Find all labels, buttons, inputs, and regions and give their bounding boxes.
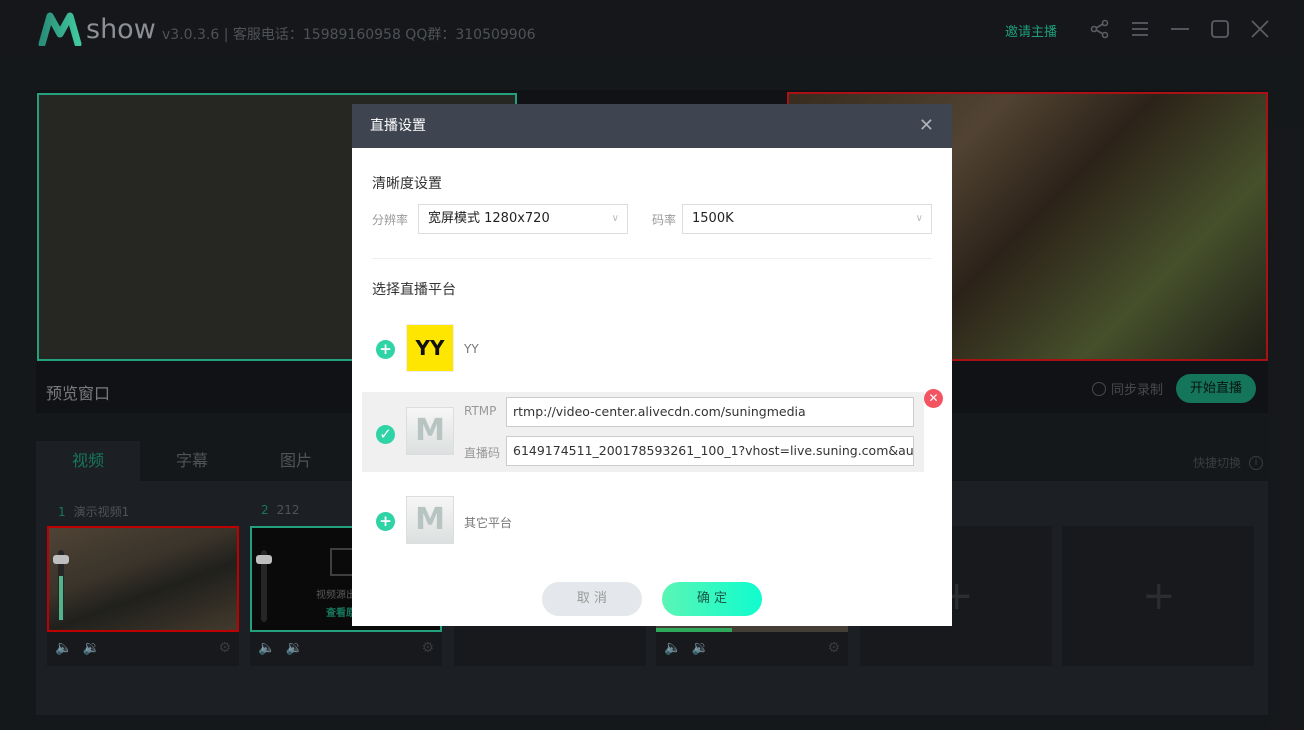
- resolution-value: 宽屏模式 1280x720: [428, 211, 550, 226]
- confirm-button[interactable]: 确 定: [662, 582, 762, 616]
- close-icon[interactable]: ✕: [919, 104, 934, 148]
- mshow-platform-logo: M: [406, 407, 454, 455]
- title-bar: show v3.0.3.6 | 客服电话：15989160958 QQ群：310…: [0, 0, 1304, 58]
- clarity-section-title: 清晰度设置: [372, 176, 442, 192]
- brand-name: show: [86, 14, 156, 45]
- resolution-label: 分辨率: [372, 213, 409, 227]
- platform-section-title: 选择直播平台: [372, 282, 456, 298]
- live-settings-dialog: 直播设置 ✕ 清晰度设置 分辨率 宽屏模式 1280x720 ∨ 码率 1500K ∨…: [352, 104, 952, 626]
- bitrate-select[interactable]: 1500K ∨: [682, 204, 932, 234]
- rtmp-label: RTMP: [464, 404, 497, 418]
- add-icon[interactable]: +: [376, 340, 395, 359]
- rtmp-url-input[interactable]: rtmp://video-center.alivecdn.com/suningm…: [506, 397, 914, 427]
- menu-icon[interactable]: [1129, 18, 1151, 40]
- yy-logo: YY: [406, 324, 454, 372]
- platform-yy[interactable]: + YY YY: [362, 310, 924, 390]
- resolution-select[interactable]: 宽屏模式 1280x720 ∨: [418, 204, 628, 234]
- platform-other[interactable]: + M 其它平台: [362, 482, 924, 562]
- maximize-icon[interactable]: [1209, 18, 1231, 40]
- mshow-platform-logo: M: [406, 496, 454, 544]
- stream-key-input[interactable]: 6149174511_200178593261_100_1?vhost=live…: [506, 436, 914, 466]
- dialog-header: 直播设置 ✕: [352, 104, 952, 148]
- minimize-icon[interactable]: [1169, 18, 1191, 40]
- cancel-button[interactable]: 取 消: [542, 582, 642, 616]
- mshow-logo: [38, 12, 82, 46]
- remove-icon[interactable]: ✕: [924, 389, 943, 408]
- invite-host-link[interactable]: 邀请主播: [1005, 21, 1057, 40]
- bitrate-value: 1500K: [692, 211, 734, 226]
- stream-key-label: 直播码: [464, 446, 501, 460]
- close-icon[interactable]: [1249, 18, 1271, 40]
- version-info: v3.0.3.6 | 客服电话：15989160958 QQ群：31050990…: [162, 27, 536, 43]
- check-icon[interactable]: ✓: [376, 425, 395, 444]
- add-icon[interactable]: +: [376, 512, 395, 531]
- share-icon[interactable]: [1089, 18, 1111, 40]
- chevron-down-icon: ∨: [611, 213, 619, 224]
- dialog-title: 直播设置: [370, 118, 426, 134]
- platform-name: 其它平台: [464, 516, 513, 530]
- platform-rtmp[interactable]: ✓ M RTMP rtmp://video-center.alivecdn.co…: [362, 389, 943, 472]
- bitrate-label: 码率: [652, 213, 677, 227]
- divider: [372, 258, 932, 259]
- chevron-down-icon: ∨: [915, 213, 923, 224]
- platform-name: YY: [464, 342, 479, 356]
